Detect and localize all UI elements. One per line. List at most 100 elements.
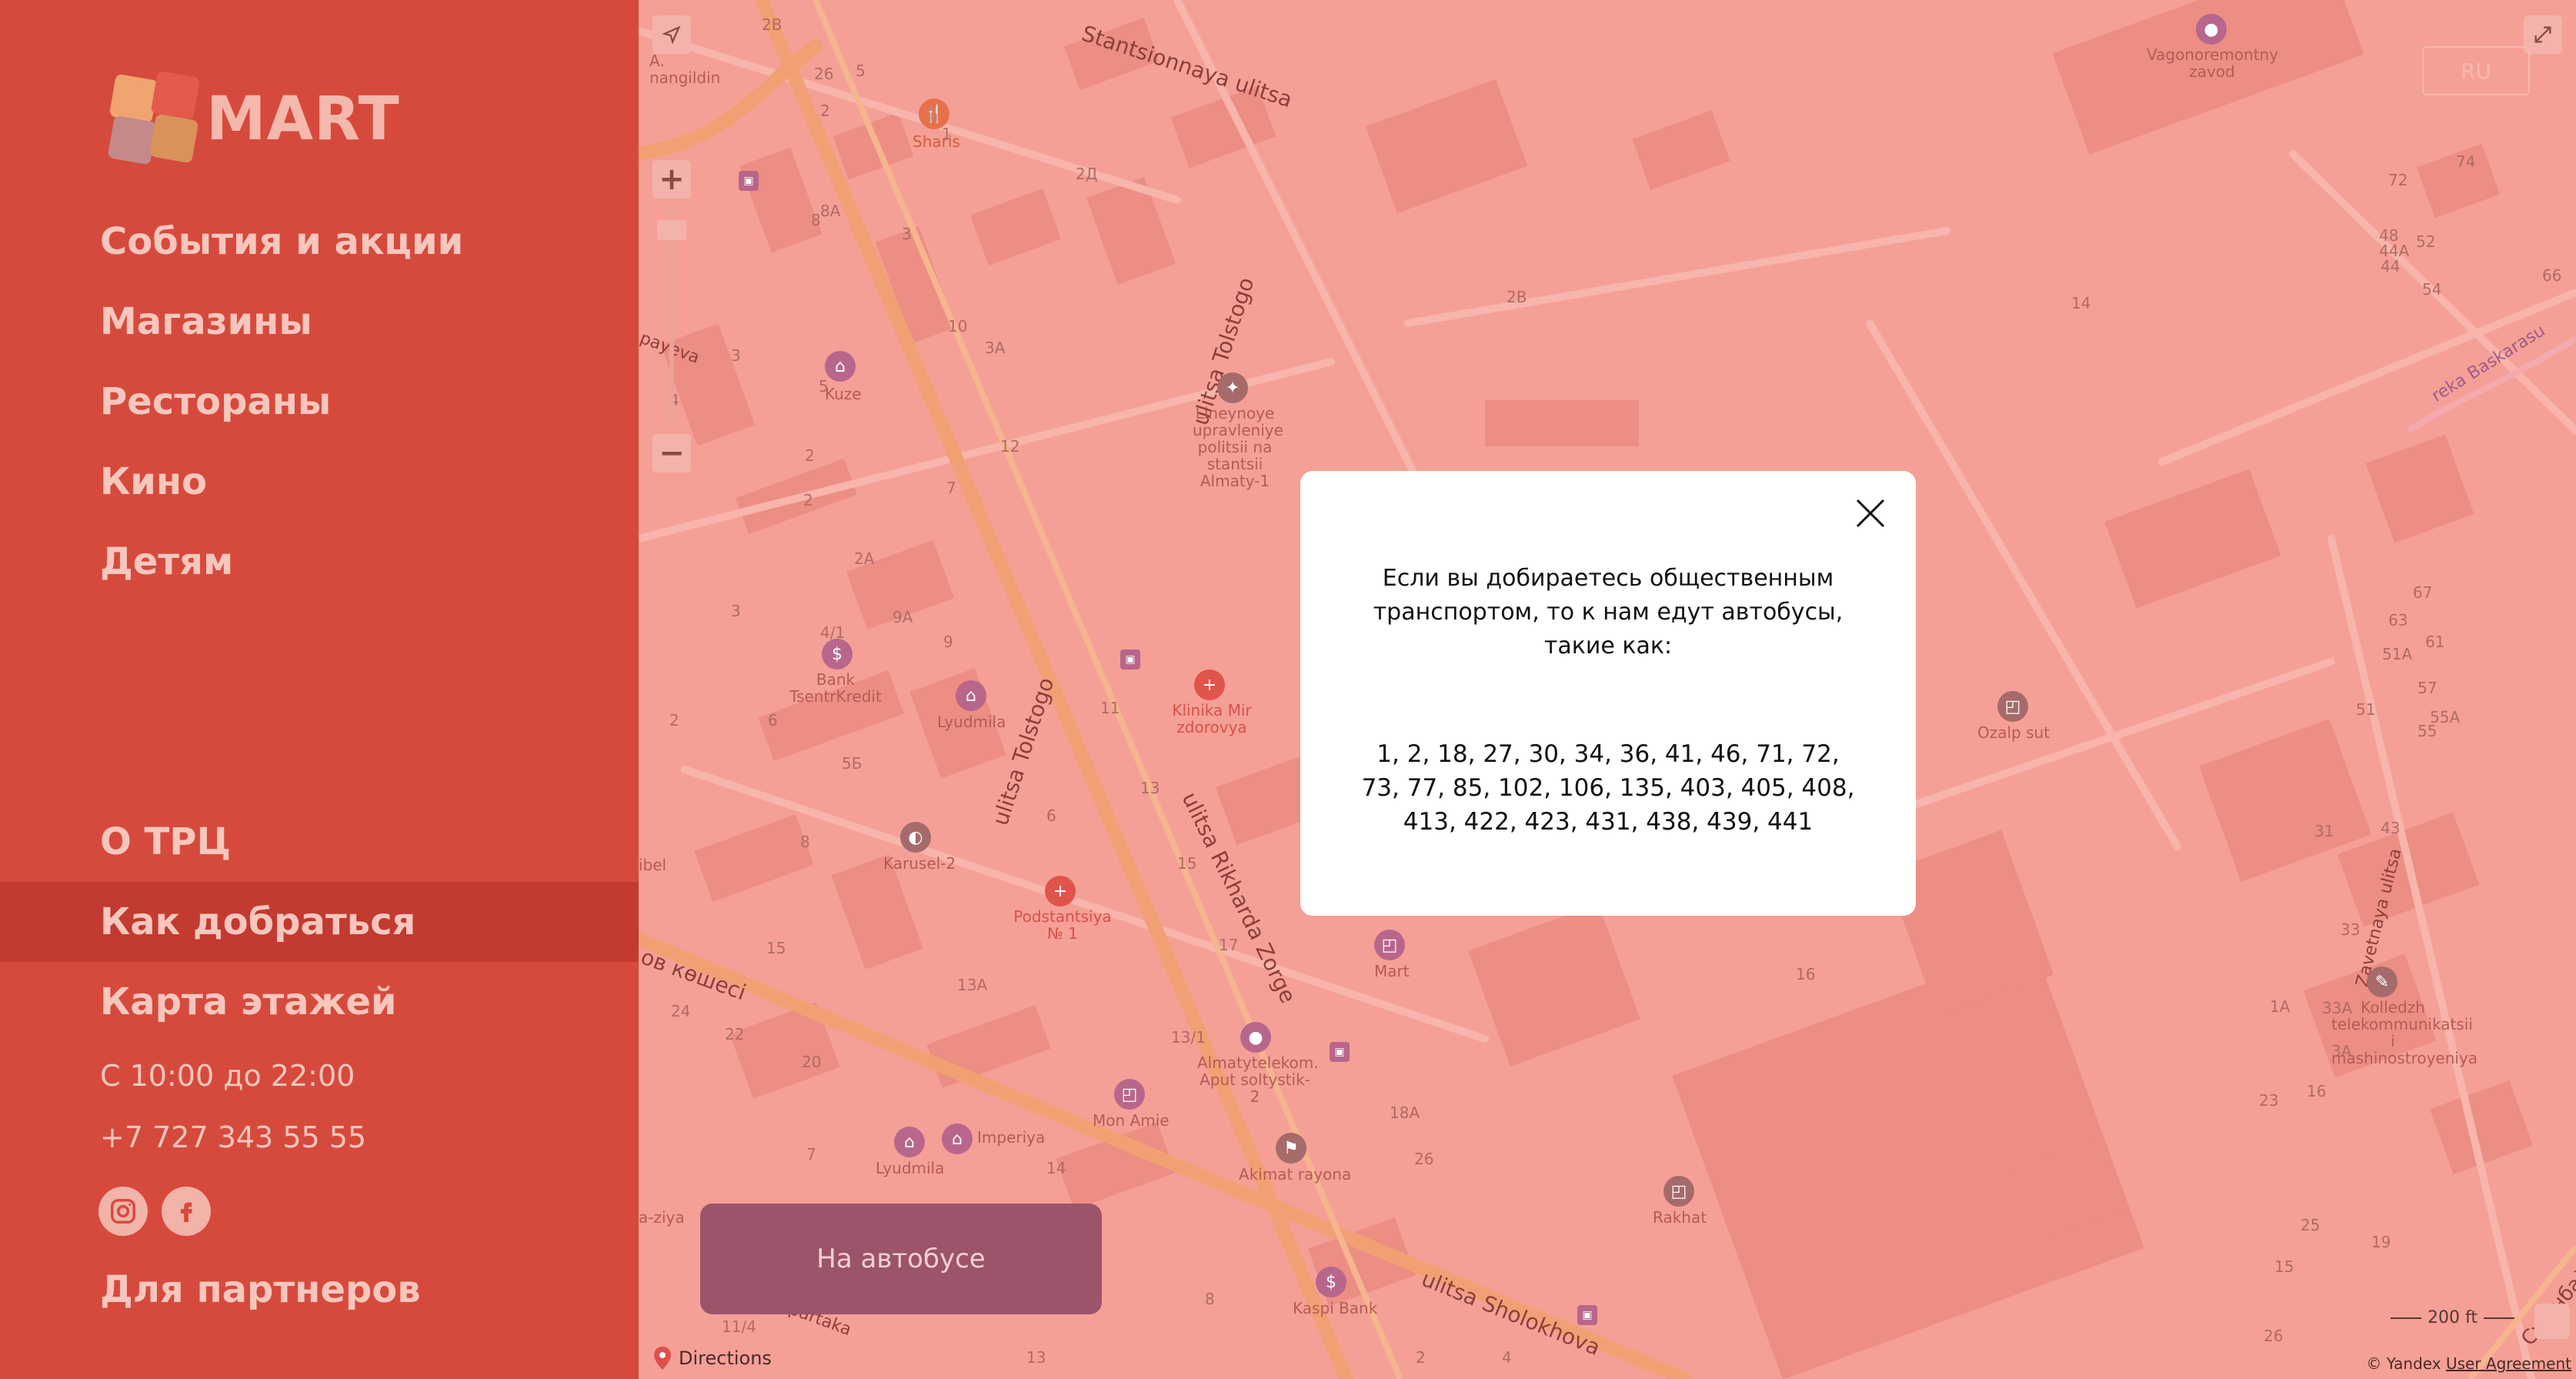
phone-number[interactable]: +7 727 343 55 55: [100, 1120, 366, 1154]
bus-routes-modal: Если вы добираетесь общественным транспо…: [1300, 471, 1916, 916]
house-number: 2B: [762, 15, 782, 34]
house-number: 10: [948, 317, 968, 336]
poi-label: Almatytelekom. Aput soltystik-2: [1197, 1053, 1319, 1106]
house-number: 66: [2542, 266, 2562, 285]
house-number: 24: [671, 1002, 691, 1020]
house-number: 17: [1219, 936, 1239, 954]
house-number: 44: [2381, 257, 2401, 275]
zoom-in-button[interactable]: +: [652, 160, 691, 199]
poi-label: Rakhat: [1653, 1208, 1707, 1227]
instagram-icon[interactable]: [98, 1187, 148, 1236]
language-button[interactable]: RU: [2422, 46, 2530, 95]
nav-item-kids[interactable]: Детям: [0, 522, 639, 602]
house-number: 51A: [2382, 645, 2413, 663]
partners-link[interactable]: Для партнеров: [100, 1268, 421, 1311]
poi-label: Ozalp sut: [1977, 723, 2050, 742]
shopping-bag-icon[interactable]: ◰: [1997, 691, 2028, 722]
house-number: 23: [2259, 1091, 2279, 1110]
user-agreement-link[interactable]: User Agreement: [2446, 1354, 2571, 1373]
nav-item-restaurants[interactable]: Рестораны: [0, 362, 639, 442]
house-number: 72: [2388, 171, 2408, 189]
flag-icon[interactable]: ⚑: [1276, 1133, 1306, 1164]
poi-label: Akimat rayona: [1239, 1165, 1352, 1184]
house-number: 3A: [2331, 1042, 2352, 1060]
substation-icon[interactable]: +: [1045, 876, 1076, 907]
house-number: 5: [856, 62, 866, 80]
nav-item-events[interactable]: События и акции: [0, 202, 639, 282]
house-number: 16: [2307, 1082, 2327, 1100]
poi-label: a-ziya: [639, 1208, 685, 1227]
main-nav: События и акции Магазины Рестораны Кино …: [0, 202, 639, 602]
house-number: 11/4: [722, 1317, 756, 1336]
bus-stop-icon[interactable]: ▣: [1577, 1305, 1597, 1325]
geolocation-button[interactable]: [652, 15, 691, 54]
house-number: 15: [1177, 854, 1197, 873]
police-icon[interactable]: ✦: [1217, 372, 1248, 403]
factory-icon[interactable]: ●: [2196, 14, 2227, 45]
house-number: 26: [814, 65, 834, 83]
ruler-button[interactable]: [2534, 1304, 2570, 1339]
college-icon[interactable]: ✎: [2367, 967, 2397, 997]
nav-item-cinema[interactable]: Кино: [0, 442, 639, 522]
bus-button[interactable]: На автобусе: [700, 1204, 1102, 1314]
hotel-icon[interactable]: ⌂: [894, 1127, 925, 1157]
logo-wordmark: MART: [206, 85, 400, 154]
poi-label: A. nangildin: [649, 52, 721, 87]
fullscreen-button[interactable]: [2524, 15, 2562, 54]
poi-label: ibel: [639, 856, 667, 874]
logo-square: [148, 113, 199, 164]
house-number: 14: [1046, 1159, 1066, 1177]
house-number: 8: [1205, 1290, 1215, 1308]
bus-stop-icon[interactable]: ▣: [1120, 649, 1140, 669]
location-pin-icon: [654, 1347, 671, 1370]
shopping-bag-icon[interactable]: ◰: [1114, 1079, 1145, 1110]
bank-icon[interactable]: $: [1316, 1267, 1346, 1297]
poi-label: Kuze: [825, 385, 862, 403]
shopping-bag-icon[interactable]: ◰: [1374, 930, 1405, 960]
bus-routes-list: 1, 2, 18, 27, 30, 34, 36, 41, 46, 71, 72…: [1361, 740, 1855, 836]
house-number: 19: [2371, 1233, 2391, 1251]
scale-label: 200 ft: [2428, 1308, 2478, 1327]
house-number: 2: [805, 446, 815, 465]
house-number: 2: [669, 711, 679, 730]
facebook-icon[interactable]: [162, 1187, 211, 1236]
map-scale: 200 ft: [2391, 1308, 2514, 1327]
telecom-icon[interactable]: ●: [1240, 1022, 1271, 1053]
house-number: 26: [1414, 1150, 1434, 1168]
mart-logo[interactable]: MART: [106, 70, 400, 171]
nav-item-shops[interactable]: Магазины: [0, 282, 639, 362]
house-number: 4: [1502, 1348, 1512, 1367]
house-number: 25: [2301, 1216, 2321, 1234]
poi-label: Imperiya: [977, 1128, 1046, 1147]
directions-link[interactable]: Directions: [654, 1347, 772, 1370]
house-number: 12: [1000, 437, 1020, 456]
zoom-slider-thumb[interactable]: [657, 220, 686, 240]
house-number: 9A: [893, 608, 913, 626]
sidebar: MART События и акции Магазины Рестораны …: [0, 0, 639, 1379]
poi-label: Podstantsiya № 1: [1013, 907, 1112, 943]
house-number: 15: [2274, 1257, 2294, 1276]
house-number: 7: [946, 479, 956, 497]
bus-stop-icon[interactable]: ▣: [1330, 1042, 1350, 1062]
house-number: 2: [820, 102, 830, 120]
nav-item-floor-map[interactable]: Карта этажей: [0, 962, 639, 1042]
house-number: 52: [2416, 232, 2436, 251]
playground-icon[interactable]: ◐: [900, 822, 931, 853]
clinic-icon[interactable]: +: [1194, 669, 1225, 700]
nav-item-about[interactable]: О ТРЦ: [0, 802, 639, 882]
house-number: 55: [2418, 722, 2438, 740]
house-number: 6: [768, 711, 778, 730]
house-number: 1: [942, 125, 952, 143]
bank-icon[interactable]: $: [822, 639, 853, 669]
house-number: 2A: [854, 549, 875, 568]
hotel-icon[interactable]: ⌂: [942, 1124, 973, 1154]
hotel-icon[interactable]: ⌂: [825, 351, 856, 382]
bus-stop-icon[interactable]: ▣: [739, 171, 759, 191]
hotel-icon[interactable]: ⌂: [956, 680, 986, 711]
poi-label: Bank TsentrKredit: [789, 670, 882, 706]
zoom-out-button[interactable]: −: [652, 434, 691, 472]
house-number: 2: [1416, 1348, 1426, 1367]
shopping-bag-icon[interactable]: ◰: [1663, 1176, 1694, 1207]
nav-item-directions[interactable]: Как добраться: [0, 882, 639, 962]
close-icon[interactable]: [1851, 494, 1890, 533]
